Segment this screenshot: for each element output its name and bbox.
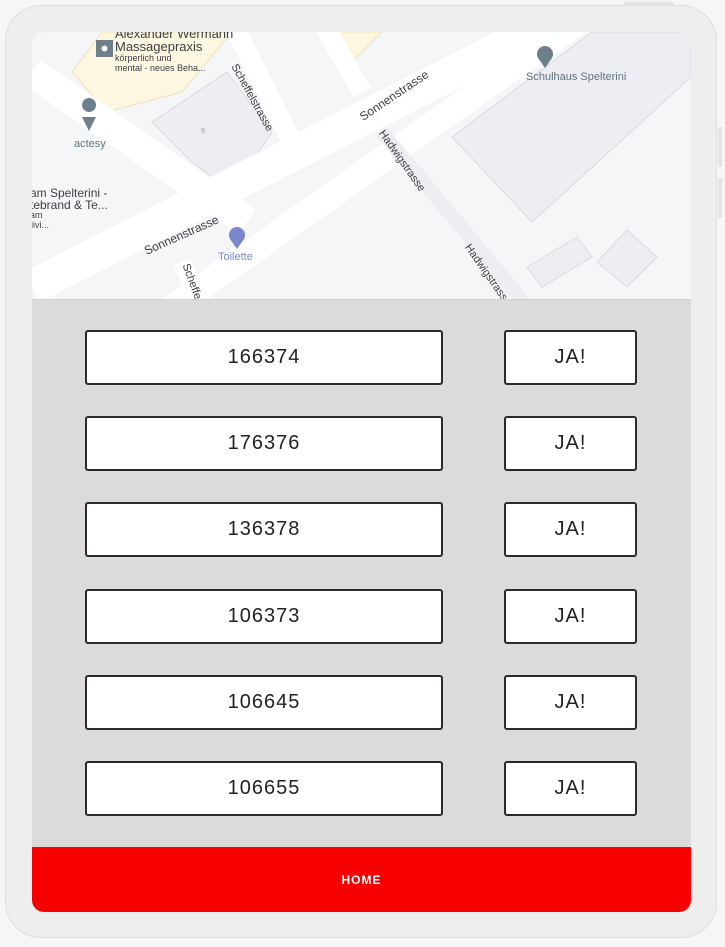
code-row: 106655 JA! [32, 761, 691, 817]
map-label: am [32, 210, 43, 220]
code-row: 106373 JA! [32, 589, 691, 645]
code-field[interactable]: 166374 [85, 330, 443, 385]
map-poi-toilette[interactable]: Toilette [218, 251, 253, 263]
code-row: 106645 JA! [32, 675, 691, 731]
ja-button[interactable]: JA! [504, 589, 637, 644]
code-field[interactable]: 136378 [85, 502, 443, 557]
ja-button[interactable]: JA! [504, 330, 637, 385]
code-field[interactable]: 176376 [85, 416, 443, 471]
code-field[interactable]: 106655 [85, 761, 443, 816]
volume-up-button [718, 127, 722, 167]
map-label: körperlich und [115, 53, 172, 63]
map-poi-actesy[interactable]: actesy [74, 138, 106, 150]
map-label: divi... [32, 220, 50, 230]
map-view[interactable]: Alexander Wermann Massagepraxis körperli… [32, 32, 691, 300]
ja-button[interactable]: JA! [504, 675, 637, 730]
code-field[interactable]: 106645 [85, 675, 443, 730]
code-row: 136378 JA! [32, 502, 691, 558]
power-button [624, 2, 674, 6]
map-label: Massagepraxis [115, 39, 203, 54]
map-label: tebrand & Te... [32, 198, 108, 212]
code-row: 176376 JA! [32, 416, 691, 472]
home-button[interactable]: HOME [342, 873, 382, 887]
ja-button[interactable]: JA! [504, 416, 637, 471]
house-number: 9 [201, 128, 205, 135]
code-field[interactable]: 106373 [85, 589, 443, 644]
ja-button[interactable]: JA! [504, 502, 637, 557]
code-row: 166374 JA! [32, 330, 691, 386]
map-label: mental - neues Beha... [115, 63, 206, 73]
app-screen: Alexander Wermann Massagepraxis körperli… [32, 32, 691, 912]
map-poi-school[interactable]: Schulhaus Spelterini [526, 71, 626, 83]
footer-bar: HOME [32, 847, 691, 912]
volume-down-button [718, 178, 722, 218]
ja-button[interactable]: JA! [504, 761, 637, 816]
